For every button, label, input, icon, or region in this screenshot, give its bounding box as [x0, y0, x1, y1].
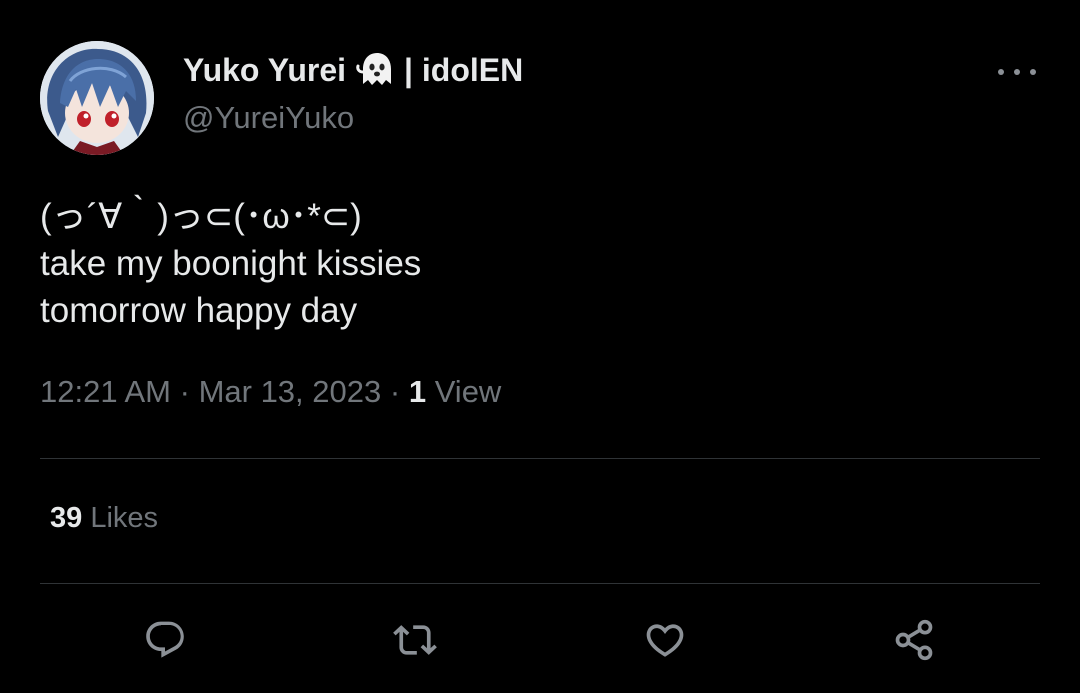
- reply-icon: [146, 621, 184, 658]
- meta-separator: ·: [389, 374, 401, 409]
- share-icon: [895, 619, 933, 661]
- likes-label: Likes: [90, 502, 159, 534]
- avatar[interactable]: [40, 41, 154, 155]
- avatar-image: [40, 41, 154, 155]
- heart-icon: [646, 624, 684, 657]
- like-button[interactable]: [642, 617, 688, 663]
- author-handle[interactable]: @YureiYuko: [183, 100, 354, 136]
- retweet-button[interactable]: [392, 617, 438, 663]
- retweet-icon: [393, 625, 437, 655]
- reply-button[interactable]: [142, 617, 188, 663]
- tweet-time[interactable]: 12:21 AM: [40, 374, 171, 409]
- share-button[interactable]: [891, 617, 937, 663]
- tweet-date[interactable]: Mar 13, 2023: [199, 374, 382, 409]
- tweet-text: (っ´∀｀)っ⊂(･ω･*⊂) take my boonight kissies…: [40, 193, 1040, 334]
- divider: [40, 583, 1040, 584]
- dot: [1030, 69, 1036, 75]
- views-label: View: [434, 374, 502, 409]
- tweet-meta: 12:21 AM · Mar 13, 2023 · 1 View: [40, 374, 501, 410]
- ghost-icon: [356, 50, 398, 90]
- tweet-line: (っ´∀｀)っ⊂(･ω･*⊂): [40, 197, 362, 236]
- dot: [1014, 69, 1020, 75]
- display-name-text: Yuko Yurei: [183, 51, 347, 88]
- author-display-name[interactable]: Yuko Yurei | idolEN: [183, 50, 523, 90]
- dot: [998, 69, 1004, 75]
- more-options-icon[interactable]: [996, 58, 1038, 86]
- likes-stat[interactable]: 39 Likes: [50, 502, 158, 535]
- name-suffix: | idolEN: [404, 51, 524, 88]
- divider: [40, 458, 1040, 459]
- tweet-line: tomorrow happy day: [40, 291, 358, 330]
- tweet-line: take my boonight kissies: [40, 244, 422, 283]
- meta-separator: ·: [179, 374, 190, 409]
- likes-count: 39: [50, 502, 83, 534]
- views-count: 1: [408, 374, 427, 409]
